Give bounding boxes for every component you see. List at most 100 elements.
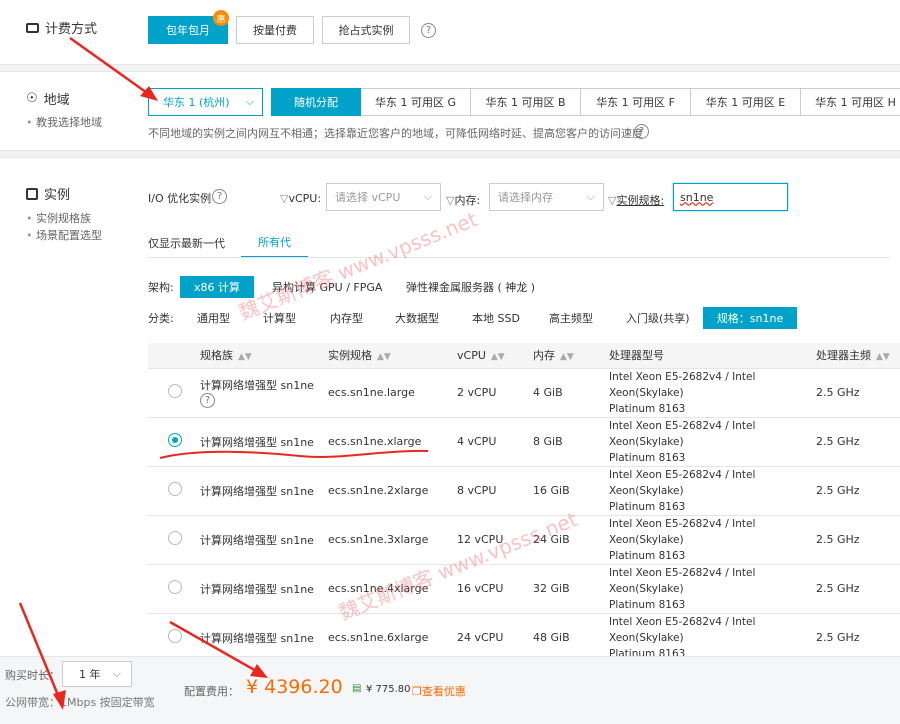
zone-e[interactable]: 华东 1 可用区 E: [691, 88, 801, 116]
cell-family: 计算网络增强型 sn1ne: [200, 515, 328, 565]
cell-spec: ecs.sn1ne.2xlarge: [328, 466, 457, 516]
zone-b[interactable]: 华东 1 可用区 B: [471, 88, 581, 116]
table-row[interactable]: 计算网络增强型 sn1ne ecs.sn1ne.2xlarge 8 vCPU 16 G…: [148, 466, 900, 516]
row-radio[interactable]: [168, 531, 182, 545]
cell-spec: ecs.sn1ne.3xlarge: [328, 515, 457, 565]
zone-random[interactable]: 随机分配: [271, 88, 361, 116]
row-radio[interactable]: [168, 433, 182, 447]
region-title: ☉ 地域: [26, 91, 70, 108]
cell-spec: ecs.sn1ne.6xlarge: [328, 613, 457, 663]
billing-help-icon[interactable]: ?: [421, 23, 436, 38]
memory-select[interactable]: 请选择内存 ⌵: [489, 183, 604, 211]
chevron-down-icon: ⌵: [112, 667, 121, 680]
category-entry-shared[interactable]: 入门级(共享): [626, 307, 690, 329]
chevron-down-icon: ⌵: [586, 190, 595, 203]
arch-x86[interactable]: x86 计算: [180, 276, 254, 298]
zone-h[interactable]: 华东 1 可用区 H: [801, 88, 900, 116]
table-row[interactable]: 计算网络增强型 sn1ne ? ecs.sn1ne.large 2 vCPU 4 Gi…: [148, 368, 900, 418]
io-optimized-label: I/O 优化实例: [148, 192, 212, 205]
sort-icon: ▲▼: [560, 352, 574, 363]
category-general[interactable]: 通用型: [197, 307, 230, 329]
table-row[interactable]: 计算网络增强型 sn1ne ecs.sn1ne.4xlarge 16 vCPU 32 …: [148, 564, 900, 614]
help-choose-region-link[interactable]: 教我选择地域: [26, 114, 102, 131]
cell-memory: 8 GiB: [533, 417, 609, 467]
cell-frequency: 2.5 GHz: [816, 613, 900, 663]
billing-option-pay-as-you-go[interactable]: 按量付费: [236, 16, 314, 44]
table-row[interactable]: 计算网络增强型 sn1ne ecs.sn1ne.xlarge 4 vCPU 8 GiB…: [148, 417, 900, 467]
tab-all-generations[interactable]: 所有代: [241, 228, 308, 258]
cell-memory: 48 GiB: [533, 613, 609, 663]
row-radio[interactable]: [168, 580, 182, 594]
instance-family-link[interactable]: 实例规格族: [26, 210, 102, 227]
cell-spec: ecs.sn1ne.large: [328, 368, 457, 418]
category-label: 分类:: [148, 312, 174, 325]
cost-label: 配置费用：: [184, 685, 239, 698]
cell-processor: Intel Xeon E5-2682v4 / Intel Xeon(Skylak…: [609, 613, 816, 663]
billing-icon: [26, 22, 39, 33]
region-select[interactable]: 华东 1 (杭州) ⌵: [148, 88, 263, 116]
duration-select[interactable]: 1 年 ⌵: [62, 661, 132, 687]
cell-memory: 16 GiB: [533, 466, 609, 516]
cell-processor: Intel Xeon E5-2682v4 / Intel Xeon(Skylak…: [609, 515, 816, 565]
cell-frequency: 2.5 GHz: [816, 564, 900, 614]
row-radio[interactable]: [168, 482, 182, 496]
cell-family: 计算网络增强型 sn1ne: [200, 613, 328, 663]
category-local-ssd[interactable]: 本地 SSD: [472, 307, 520, 329]
col-spec[interactable]: 实例规格 ▲▼: [328, 343, 457, 369]
cell-vcpu: 12 vCPU: [457, 515, 533, 565]
col-processor: 处理器型号: [609, 343, 816, 369]
cell-frequency: 2.5 GHz: [816, 515, 900, 565]
cell-family: 计算网络增强型 sn1ne: [200, 564, 328, 614]
discount-link[interactable]: ❐查看优惠: [412, 683, 466, 699]
zone-g[interactable]: 华东 1 可用区 G: [361, 88, 471, 116]
spec-label: ▽实例规格:: [608, 194, 665, 207]
cell-family: 计算网络增强型 sn1ne: [200, 466, 328, 516]
category-big-data[interactable]: 大数据型: [395, 307, 439, 329]
vcpu-select[interactable]: 请选择 vCPU ⌵: [326, 183, 441, 211]
col-family[interactable]: 规格族 ▲▼: [200, 343, 328, 369]
category-compute[interactable]: 计算型: [263, 307, 296, 329]
cell-vcpu: 2 vCPU: [457, 368, 533, 418]
billing-option-preemptible[interactable]: 抢占式实例: [322, 16, 410, 44]
zone-f[interactable]: 华东 1 可用区 F: [581, 88, 691, 116]
table-row[interactable]: 计算网络增强型 sn1ne ecs.sn1ne.3xlarge 12 vCPU 24 …: [148, 515, 900, 565]
region-help-icon[interactable]: ?: [634, 124, 649, 139]
instance-title: 实例: [26, 184, 70, 203]
sort-icon: ▲▼: [876, 352, 890, 363]
arch-bare-metal[interactable]: 弹性裸金属服务器 ( 神龙 ): [406, 276, 535, 298]
zone-selector: 随机分配 华东 1 可用区 G 华东 1 可用区 B 华东 1 可用区 F 华东…: [271, 88, 900, 116]
spec-search-input[interactable]: sn1ne: [673, 183, 788, 211]
col-frequency[interactable]: 处理器主频 ▲▼: [816, 343, 900, 369]
memory-label: ▽内存:: [446, 194, 481, 207]
sort-icon: ▲▼: [238, 352, 252, 363]
savings-icon: ▤: [352, 683, 362, 694]
sort-icon: ▲▼: [490, 351, 505, 362]
arch-gpu-fpga[interactable]: 异构计算 GPU / FPGA: [272, 276, 382, 298]
region-sub-links: 教我选择地域: [26, 114, 102, 131]
cell-memory: 4 GiB: [533, 368, 609, 418]
duration-label: 购买时长：: [5, 669, 60, 682]
bandwidth-summary: 公网带宽：1Mbps 按固定带宽: [5, 696, 155, 709]
row-radio[interactable]: [168, 629, 182, 643]
scenario-selection-link[interactable]: 场景配置选型: [26, 227, 102, 244]
tab-latest-generation[interactable]: 仅显示最新一代: [148, 228, 225, 258]
category-high-frequency[interactable]: 高主频型: [549, 307, 593, 329]
cell-family: 计算网络增强型 sn1ne ?: [200, 368, 328, 418]
col-memory[interactable]: 内存 ▲▼: [533, 343, 609, 369]
cell-vcpu: 8 vCPU: [457, 466, 533, 516]
arch-label: 架构:: [148, 281, 174, 294]
table-row[interactable]: 计算网络增强型 sn1ne ecs.sn1ne.6xlarge 24 vCPU 48 …: [148, 613, 900, 663]
cell-frequency: 2.5 GHz: [816, 368, 900, 418]
billing-section: 计费方式 包年包月 惠 按量付费 抢占式实例 ?: [0, 0, 900, 64]
category-memory[interactable]: 内存型: [330, 307, 363, 329]
sort-icon: ▲▼: [377, 352, 391, 363]
family-help-icon[interactable]: ?: [200, 393, 215, 408]
cell-spec: ecs.sn1ne.xlarge: [328, 417, 457, 467]
category-spec-sn1ne[interactable]: 规格：sn1ne: [703, 307, 797, 329]
col-vcpu[interactable]: vCPU ▲▼: [457, 343, 533, 369]
io-help-icon[interactable]: ?: [212, 189, 227, 204]
discount-amount: ¥ 775.80: [366, 684, 411, 695]
row-radio[interactable]: [168, 384, 182, 398]
promo-badge: 惠: [213, 10, 229, 26]
cell-spec: ecs.sn1ne.4xlarge: [328, 564, 457, 614]
